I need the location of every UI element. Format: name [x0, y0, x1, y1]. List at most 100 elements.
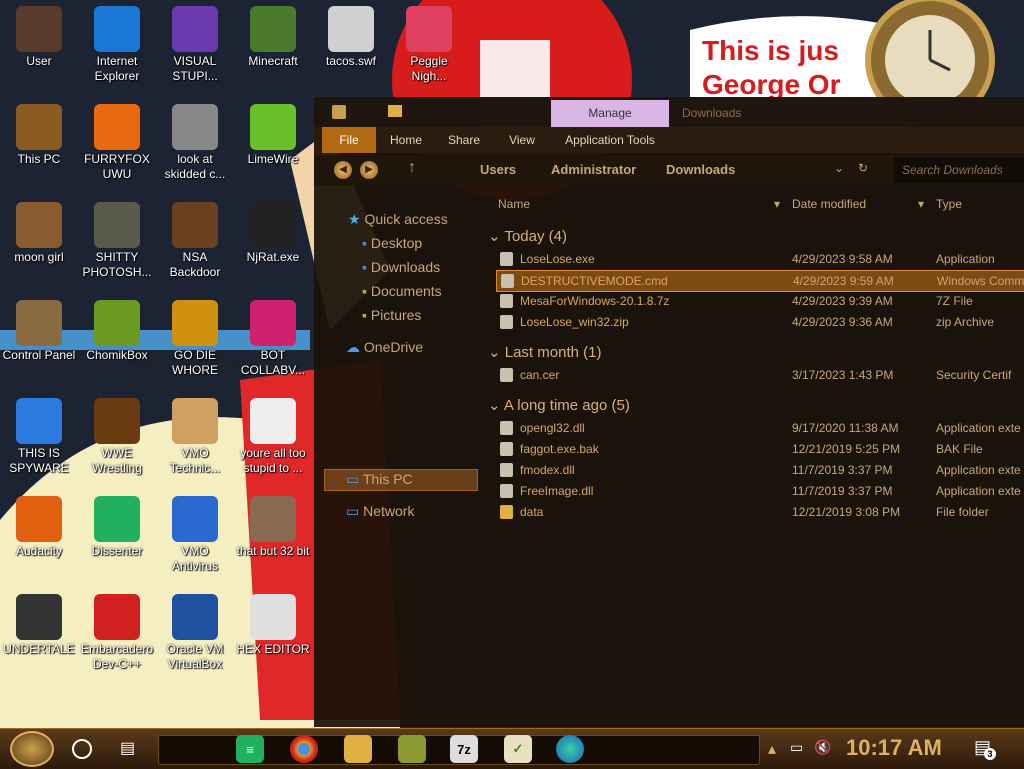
desktop-icon[interactable]: Embarcadero Dev-C++	[78, 590, 156, 672]
app-icon	[172, 398, 218, 444]
file-icon	[500, 463, 513, 477]
desktop-icon[interactable]: VMO Antivirus	[156, 492, 234, 574]
file-row[interactable]: MesaForWindows-20.1.8.7z 4/29/2023 9:39 A…	[496, 291, 1024, 311]
file-row[interactable]: faggot.exe.bak 12/21/2019 5:25 PM BAK File	[496, 439, 1024, 459]
up-arrow-icon[interactable]: ↑	[408, 159, 416, 177]
notepad-taskbar-icon[interactable]: ✓	[504, 735, 532, 763]
nav-onedrive[interactable]: ☁ OneDrive	[346, 339, 423, 356]
desktop-icon-label: BOT COLLABV...	[240, 348, 306, 377]
forward-button[interactable]: ▶	[360, 161, 378, 179]
nav-quick-access[interactable]: ★ Quick access	[348, 211, 448, 228]
desktop-icon[interactable]: GO DIE WHORE	[156, 296, 234, 378]
tab-share[interactable]: Share	[444, 127, 484, 153]
taskbar-clock[interactable]: 10:17 AM	[846, 735, 942, 761]
chevron-down-icon[interactable]: ⌄	[488, 397, 504, 414]
desktop-icon[interactable]: This PC	[0, 100, 78, 167]
desktop-icon[interactable]: Peggle Nigh...	[390, 2, 468, 84]
file-explorer-taskbar-icon[interactable]	[344, 735, 372, 763]
column-header-type[interactable]: Type	[936, 197, 962, 211]
desktop-icon[interactable]: NjRat.exe	[234, 198, 312, 265]
file-group-header[interactable]: ⌄ Last month (1)	[488, 343, 601, 361]
file-group-header[interactable]: ⌄ A long time ago (5)	[488, 396, 630, 414]
nav-network[interactable]: ▭ Network	[346, 503, 414, 520]
desktop-icon[interactable]: look at skidded c...	[156, 100, 234, 182]
desktop-icon[interactable]: VMO Technic...	[156, 394, 234, 476]
desktop-icon[interactable]: BOT COLLABV...	[234, 296, 312, 378]
sort-chevron-icon[interactable]: ▾	[774, 197, 780, 211]
desktop-icon[interactable]: HEX EDITOR	[234, 590, 312, 657]
file-name: faggot.exe.bak	[520, 442, 599, 456]
file-row[interactable]: LoseLose_win32.zip 4/29/2023 9:36 AM zip A…	[496, 312, 1024, 332]
desktop-icon[interactable]: WWE Wrestling	[78, 394, 156, 476]
desktop-icon[interactable]: NSA Backdoor	[156, 198, 234, 280]
desktop-icon[interactable]: tacos.swf	[312, 2, 390, 69]
chevron-down-icon[interactable]: ⌄	[488, 344, 505, 361]
file-name: FreeImage.dll	[520, 484, 594, 498]
tab-manage[interactable]: Manage	[551, 100, 669, 127]
tab-view[interactable]: View	[504, 127, 540, 153]
desktop-icon-label: THIS IS SPYWARE	[9, 446, 69, 475]
volume-muted-icon[interactable]: 🔇	[814, 739, 831, 756]
tab-file[interactable]: File	[322, 127, 376, 153]
file-row[interactable]: can.cer 3/17/2023 1:43 PM Security Certif	[496, 365, 1024, 385]
quick-access-toolbar-icon[interactable]	[332, 105, 346, 119]
desktop-icon-label: LimeWire	[247, 152, 299, 166]
chrome-taskbar-icon[interactable]	[290, 735, 318, 763]
nav-desktop[interactable]: ▪ Desktop	[362, 235, 422, 251]
tab-application-tools[interactable]: Application Tools	[558, 127, 662, 153]
desktop-icon[interactable]: THIS IS SPYWARE	[0, 394, 78, 476]
desktop-icon[interactable]: SHITTY PHOTOSH...	[78, 198, 156, 280]
file-row[interactable]: LoseLose.exe 4/29/2023 9:58 AM Application	[496, 249, 1024, 269]
breadcrumb-users[interactable]: Users	[480, 162, 516, 177]
tab-home[interactable]: Home	[384, 127, 428, 153]
desktop-icon[interactable]: ChomikBox	[78, 296, 156, 363]
search-input[interactable]: Search Downloads	[894, 157, 1024, 183]
file-row[interactable]: DESTRUCTIVEMODE.cmd 4/29/2023 9:59 AM Wind…	[496, 270, 1024, 292]
file-type: Application	[936, 252, 995, 266]
breadcrumb-downloads[interactable]: Downloads	[666, 162, 735, 177]
desktop-icon[interactable]: Minecraft	[234, 2, 312, 69]
desktop-icon[interactable]: User	[0, 2, 78, 69]
cortana-icon[interactable]	[72, 739, 92, 759]
desktop-icon[interactable]: Dissenter	[78, 492, 156, 559]
desktop-icon[interactable]: that but 32 bit	[234, 492, 312, 559]
desktop-icon[interactable]: VISUAL STUPI...	[156, 2, 234, 84]
file-row[interactable]: data 12/21/2019 3:08 PM File folder	[496, 502, 1024, 522]
app-icon	[250, 202, 296, 248]
file-row[interactable]: fmodex.dll 11/7/2019 3:37 PM Application e…	[496, 460, 1024, 480]
nav-downloads[interactable]: ▪ Downloads	[362, 259, 440, 275]
back-button[interactable]: ◀	[334, 161, 352, 179]
app-icon	[94, 496, 140, 542]
desktop-icon[interactable]: moon girl	[0, 198, 78, 265]
file-row[interactable]: opengl32.dll 9/17/2020 11:38 AM Applicatio…	[496, 418, 1024, 438]
desktop-icon[interactable]: youre all too stupid to ...	[234, 394, 312, 476]
chomikbox-taskbar-icon[interactable]	[398, 735, 426, 763]
file-group-header[interactable]: ⌄ Today (4)	[488, 227, 567, 245]
sort-chevron-icon[interactable]: ▾	[918, 197, 924, 211]
column-header-date[interactable]: Date modified	[792, 197, 866, 211]
column-header-name[interactable]: Name	[498, 197, 530, 211]
start-button[interactable]	[10, 731, 54, 767]
desktop-icon[interactable]: Oracle VM VirtualBox	[156, 590, 234, 672]
7zip-taskbar-icon[interactable]: 7z	[450, 735, 478, 763]
chevron-down-icon[interactable]: ⌄	[834, 161, 844, 175]
breadcrumb-administrator[interactable]: Administrator	[551, 162, 636, 177]
nav-this-pc[interactable]: ▭ This PC	[346, 471, 413, 488]
nav-documents[interactable]: ▪ Documents	[362, 283, 442, 299]
file-row[interactable]: FreeImage.dll 11/7/2019 3:37 PM Applicatio…	[496, 481, 1024, 501]
dissenter-taskbar-icon[interactable]: ≡	[236, 735, 264, 763]
show-hidden-icons-chevron-icon[interactable]: ▴	[768, 739, 776, 759]
desktop-icon[interactable]: Audacity	[0, 492, 78, 559]
desktop-icon[interactable]: FURRYFOX UWU	[78, 100, 156, 182]
desktop-icon[interactable]: LimeWire	[234, 100, 312, 167]
desktop-icon[interactable]: Internet Explorer	[78, 2, 156, 84]
file-type: Security Certif	[936, 368, 1012, 382]
task-view-icon[interactable]: ▤	[120, 738, 135, 758]
network-icon[interactable]: ▭	[790, 739, 803, 756]
desktop-icon[interactable]: Control Panel	[0, 296, 78, 363]
desktop-icon[interactable]: UNDERTALE	[0, 590, 78, 657]
refresh-icon[interactable]: ↻	[858, 161, 868, 175]
nav-pictures[interactable]: ▪ Pictures	[362, 307, 421, 323]
chevron-down-icon[interactable]: ⌄	[488, 228, 504, 245]
edge-taskbar-icon[interactable]	[556, 735, 584, 763]
